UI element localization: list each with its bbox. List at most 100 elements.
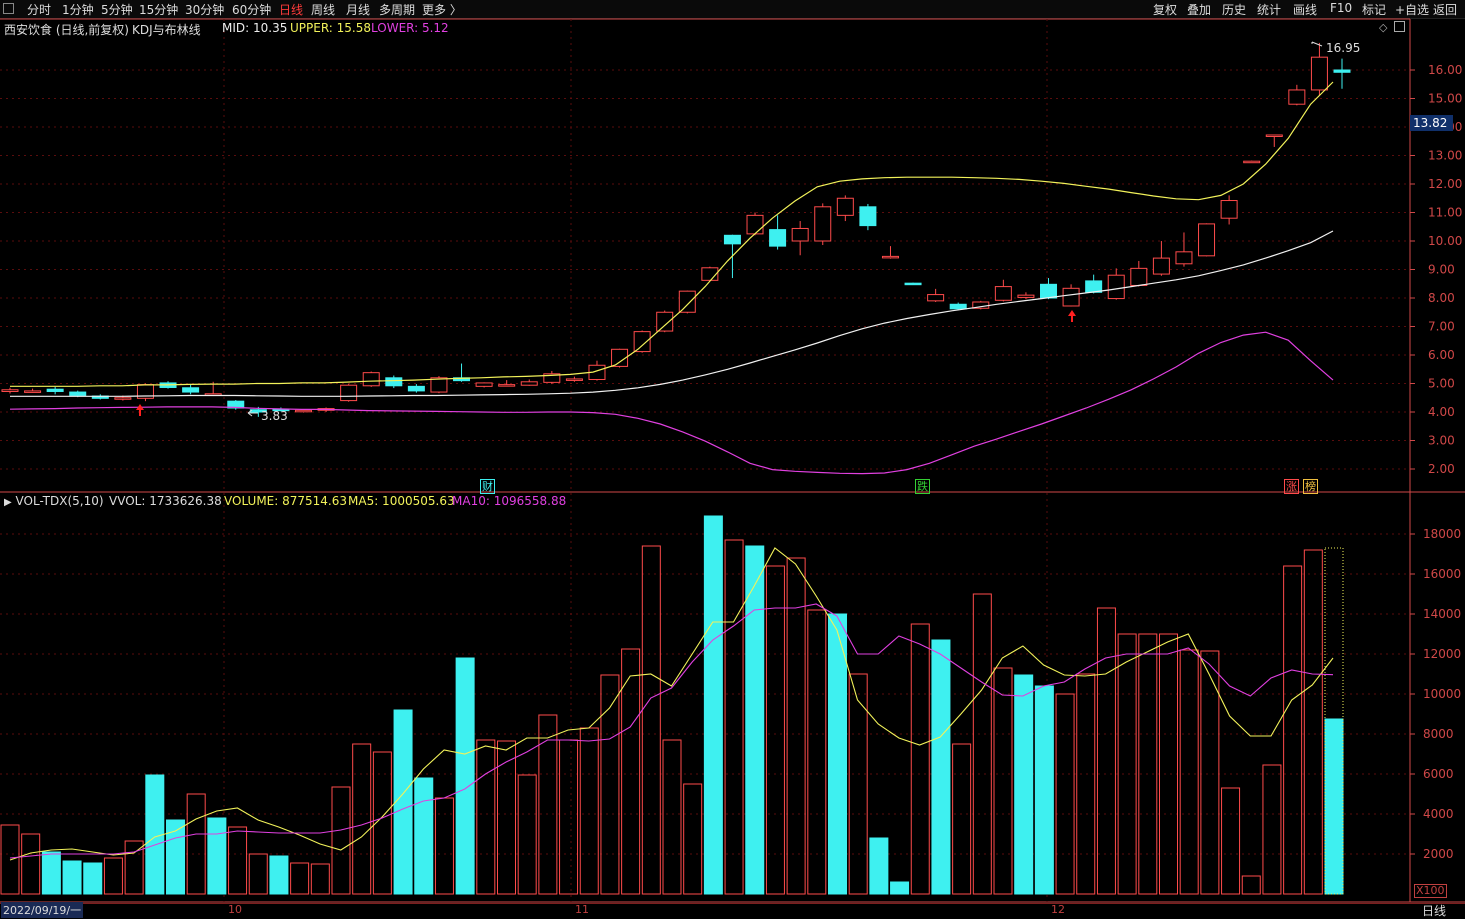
- candle-body: [1085, 280, 1103, 293]
- high-pointer-icon: [1311, 41, 1323, 47]
- candle-body: [791, 227, 809, 242]
- volume-bar: [83, 862, 103, 895]
- ma10-value: MA10: 1096558.88: [452, 494, 567, 508]
- rise-marker-label: 涨: [1286, 480, 1297, 493]
- vol-indicator-name[interactable]: ▶ VOL-TDX(5,10): [4, 494, 104, 508]
- candle-body: [1310, 56, 1328, 91]
- volume-bar: [1014, 674, 1034, 895]
- upper-band-line: [10, 81, 1334, 387]
- volume-bar: [641, 545, 661, 895]
- candle-body: [475, 382, 493, 387]
- volume-bar: [62, 860, 82, 895]
- maximize-icon[interactable]: [1394, 21, 1405, 32]
- candle-body: [362, 372, 380, 387]
- volume-bar: [207, 817, 227, 895]
- rank-marker[interactable]: 榜: [1303, 479, 1318, 494]
- candle-body: [904, 282, 922, 286]
- candle-body: [1017, 294, 1035, 298]
- vvol-value: VVOL: 1733626.38: [109, 494, 222, 508]
- candle-body: [836, 197, 854, 216]
- candle-body: [498, 384, 516, 387]
- candle-body: [294, 409, 312, 413]
- volume-bar: [352, 743, 372, 895]
- volume-bar: [21, 833, 41, 895]
- stock-title: 西安饮食 (日线,前复权): [4, 23, 129, 37]
- volume-bar: [517, 774, 537, 895]
- volume-bar: [497, 740, 516, 895]
- volume-bar: [931, 639, 951, 895]
- candle-body: [1040, 283, 1058, 299]
- vol-axis-label: 14000: [1423, 607, 1461, 621]
- candle-body: [633, 331, 651, 353]
- period-label: 日线: [1422, 904, 1447, 918]
- volume-bar: [683, 783, 703, 895]
- volume-bar: [869, 837, 889, 895]
- cursor-date: 2022/09/19/一: [1, 902, 84, 918]
- vol-axis-label: 4000: [1423, 807, 1454, 821]
- volume-bar: [1262, 764, 1282, 895]
- price-axis-label: 3.00: [1428, 434, 1455, 448]
- candle-body: [1130, 267, 1148, 286]
- price-axis-label: 13.00: [1428, 149, 1462, 163]
- candle-body: [1220, 200, 1238, 219]
- volume-bar: [1076, 673, 1096, 895]
- candle-body: [46, 388, 64, 392]
- volume-bar: [310, 863, 330, 895]
- price-axis-label: 9.00: [1428, 263, 1455, 277]
- volume-bar: [41, 851, 61, 895]
- kline-chart[interactable]: 16.0015.0014.0013.0012.0011.0010.009.008…: [0, 0, 1465, 918]
- ma5-value: MA5: 1000505.63: [348, 494, 455, 508]
- volume-bar: [952, 743, 972, 895]
- candle-body: [994, 286, 1012, 301]
- candle-body: [1, 389, 19, 392]
- volume-bar: [703, 515, 723, 895]
- diamond-icon[interactable]: ◇: [1379, 21, 1387, 34]
- candle-body: [24, 390, 42, 393]
- volume-value: VOLUME: 877514.63: [224, 494, 347, 508]
- candle-body: [678, 290, 696, 313]
- drop-marker[interactable]: 跌: [915, 479, 930, 494]
- vol-axis-label: 16000: [1423, 567, 1461, 581]
- candle-body: [723, 234, 741, 245]
- volume-bar: [455, 657, 475, 895]
- volume-bar: [1117, 633, 1137, 895]
- vol-axis-label: 2000: [1423, 847, 1454, 861]
- volume-bar: [993, 667, 1013, 895]
- volume-bar: [1283, 565, 1303, 895]
- candle-body: [565, 378, 583, 381]
- candle-body: [520, 381, 538, 386]
- rise-marker[interactable]: 涨: [1284, 479, 1299, 494]
- x-label-nov: 11: [575, 903, 589, 916]
- candle-body: [859, 206, 877, 227]
- candle-body: [1243, 160, 1261, 164]
- lower-value: LOWER: 5.12: [371, 21, 449, 35]
- vol-axis-label: 12000: [1423, 647, 1461, 661]
- volume-bar: [765, 565, 785, 895]
- candle-body: [340, 384, 358, 402]
- price-axis-label: 2.00: [1428, 462, 1455, 476]
- volume-bar: [414, 777, 434, 895]
- finance-marker[interactable]: 财: [480, 479, 495, 494]
- candle-body: [656, 311, 674, 332]
- buy-signal-icon: [1068, 310, 1076, 322]
- lower-band-line: [9, 331, 1334, 475]
- low-price-label: 3.83: [261, 409, 288, 423]
- candle-body: [927, 294, 945, 302]
- price-axis-label: 16.00: [1428, 63, 1462, 77]
- indicator-name[interactable]: KDJ与布林线: [132, 21, 201, 38]
- price-axis-label: 8.00: [1428, 291, 1455, 305]
- volume-bar: [434, 797, 454, 895]
- volume-bar: [476, 739, 496, 895]
- candle-body: [1198, 223, 1216, 257]
- price-axis-label: 6.00: [1428, 348, 1455, 362]
- candle-body: [69, 391, 87, 396]
- drop-marker-label: 跌: [917, 480, 928, 493]
- upper-value: UPPER: 15.58: [290, 21, 372, 35]
- volume-bar: [1241, 875, 1261, 895]
- volume-bar: [1303, 549, 1323, 895]
- candle-body: [881, 255, 899, 259]
- x-label-oct: 10: [228, 903, 242, 916]
- volume-bar: [228, 826, 248, 895]
- price-axis-label: 15.00: [1428, 92, 1462, 106]
- price-axis-label: 11.00: [1428, 206, 1462, 220]
